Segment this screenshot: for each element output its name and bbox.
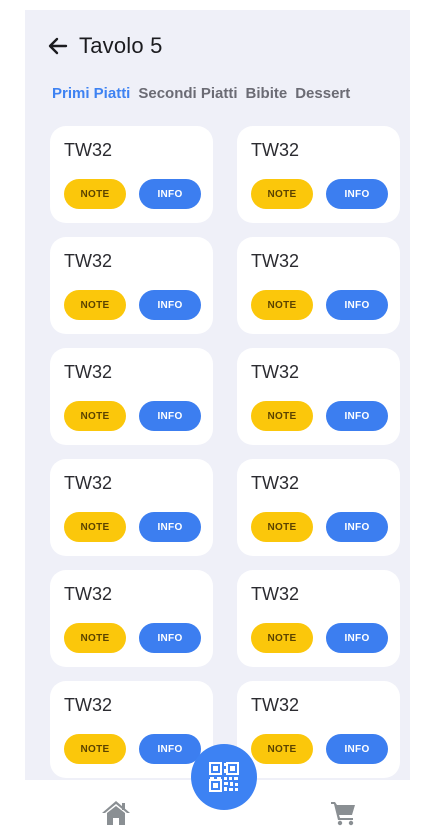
info-button[interactable]: INFO bbox=[139, 623, 201, 653]
note-button[interactable]: NOTE bbox=[64, 734, 126, 764]
qr-code-icon bbox=[209, 762, 239, 792]
note-button[interactable]: NOTE bbox=[251, 179, 313, 209]
cart-icon[interactable] bbox=[330, 800, 356, 826]
header: Tavolo 5 bbox=[45, 28, 163, 64]
note-button[interactable]: NOTE bbox=[64, 401, 126, 431]
dish-name: TW32 bbox=[64, 140, 113, 160]
dish-name: TW32 bbox=[251, 473, 300, 493]
info-button[interactable]: INFO bbox=[139, 512, 201, 542]
dish-card[interactable]: TW32 NOTE INFO bbox=[237, 681, 400, 778]
note-button[interactable]: NOTE bbox=[251, 512, 313, 542]
note-button[interactable]: NOTE bbox=[64, 623, 126, 653]
qr-scan-button[interactable] bbox=[191, 744, 257, 810]
tab-dessert[interactable]: Dessert bbox=[295, 85, 350, 102]
info-button[interactable]: INFO bbox=[326, 290, 388, 320]
dish-name: TW32 bbox=[64, 362, 113, 382]
dish-name: TW32 bbox=[64, 695, 113, 715]
dish-card[interactable]: TW32 NOTE INFO bbox=[237, 237, 400, 334]
note-button[interactable]: NOTE bbox=[251, 623, 313, 653]
info-button[interactable]: INFO bbox=[139, 179, 201, 209]
dish-name: TW32 bbox=[251, 140, 300, 160]
category-tabs: Primi Piatti Secondi Piatti Bibite Desse… bbox=[52, 82, 407, 104]
dish-name: TW32 bbox=[64, 473, 113, 493]
dish-grid: TW32 NOTE INFO TW32 NOTE INFO TW32 NOTE … bbox=[50, 126, 400, 778]
tab-bibite[interactable]: Bibite bbox=[246, 85, 288, 102]
home-icon[interactable] bbox=[101, 800, 131, 826]
dish-name: TW32 bbox=[251, 362, 300, 382]
info-button[interactable]: INFO bbox=[326, 179, 388, 209]
dish-card[interactable]: TW32 NOTE INFO bbox=[237, 126, 400, 223]
info-button[interactable]: INFO bbox=[326, 734, 388, 764]
arrow-left-icon[interactable] bbox=[45, 33, 71, 59]
info-button[interactable]: INFO bbox=[326, 623, 388, 653]
dish-card[interactable]: TW32 NOTE INFO bbox=[237, 459, 400, 556]
dish-card[interactable]: TW32 NOTE INFO bbox=[237, 570, 400, 667]
dish-card[interactable]: TW32 NOTE INFO bbox=[50, 459, 213, 556]
dish-card[interactable]: TW32 NOTE INFO bbox=[50, 126, 213, 223]
dish-card[interactable]: TW32 NOTE INFO bbox=[50, 570, 213, 667]
info-button[interactable]: INFO bbox=[139, 290, 201, 320]
note-button[interactable]: NOTE bbox=[64, 512, 126, 542]
info-button[interactable]: INFO bbox=[139, 734, 201, 764]
tab-primi-piatti[interactable]: Primi Piatti bbox=[52, 85, 130, 102]
dish-name: TW32 bbox=[251, 584, 300, 604]
dish-name: TW32 bbox=[64, 584, 113, 604]
info-button[interactable]: INFO bbox=[326, 401, 388, 431]
dish-name: TW32 bbox=[251, 251, 300, 271]
info-button[interactable]: INFO bbox=[139, 401, 201, 431]
note-button[interactable]: NOTE bbox=[64, 179, 126, 209]
dish-card[interactable]: TW32 NOTE INFO bbox=[50, 237, 213, 334]
tab-secondi-piatti[interactable]: Secondi Piatti bbox=[138, 85, 237, 102]
page-title: Tavolo 5 bbox=[79, 33, 163, 58]
note-button[interactable]: NOTE bbox=[251, 734, 313, 764]
info-button[interactable]: INFO bbox=[326, 512, 388, 542]
dish-name: TW32 bbox=[64, 251, 113, 271]
menu-screen: Tavolo 5 Primi Piatti Secondi Piatti Bib… bbox=[25, 10, 410, 780]
dish-card[interactable]: TW32 NOTE INFO bbox=[50, 681, 213, 778]
note-button[interactable]: NOTE bbox=[64, 290, 126, 320]
note-button[interactable]: NOTE bbox=[251, 290, 313, 320]
dish-card[interactable]: TW32 NOTE INFO bbox=[237, 348, 400, 445]
dish-card[interactable]: TW32 NOTE INFO bbox=[50, 348, 213, 445]
dish-name: TW32 bbox=[251, 695, 300, 715]
note-button[interactable]: NOTE bbox=[251, 401, 313, 431]
